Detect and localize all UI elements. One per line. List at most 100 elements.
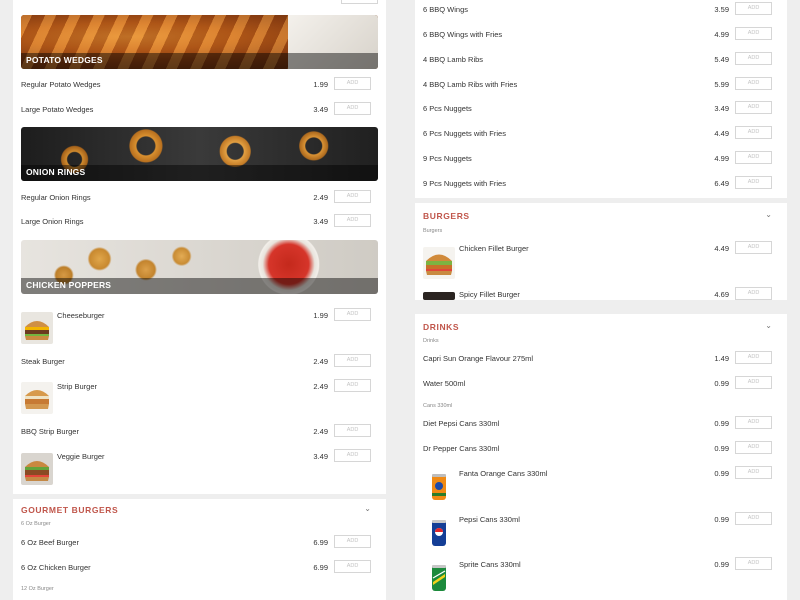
add-button[interactable]: ADD <box>735 466 772 479</box>
list-item[interactable]: Fanta Orange Cans 330ml 0.99 ADD <box>415 466 787 506</box>
chevron-down-icon[interactable]: ⌄ <box>765 210 772 219</box>
add-button[interactable]: ADD <box>334 560 371 573</box>
add-button[interactable]: ADD <box>735 441 772 454</box>
add-button[interactable] <box>341 0 378 4</box>
item-name: 6 Pcs Nuggets <box>423 104 472 113</box>
item-name: 6 Oz Beef Burger <box>21 538 79 547</box>
item-price: 3.49 <box>714 104 729 113</box>
add-button[interactable]: ADD <box>334 190 371 203</box>
item-name: 4 BBQ Lamb Ribs <box>423 55 484 64</box>
add-button[interactable]: ADD <box>735 52 772 65</box>
list-item[interactable]: Dr Pepper Cans 330ml 0.99 ADD <box>415 441 787 461</box>
chicken-poppers-banner: CHICKEN POPPERS <box>21 240 378 294</box>
item-name: Regular Potato Wedges <box>21 80 101 89</box>
add-button[interactable]: ADD <box>735 126 772 139</box>
item-name: Water 500ml <box>423 379 466 388</box>
list-item[interactable]: Spicy Fillet Burger 4.69 ADD <box>415 287 787 300</box>
list-item[interactable]: Capri Sun Orange Flavour 275ml 1.49 ADD <box>415 351 787 371</box>
list-item[interactable]: 4 BBQ Lamb Ribs 5.49 ADD <box>415 52 787 72</box>
panel-drinks: DRINKS ⌄ Drinks Capri Sun Orange Flavour… <box>400 300 800 600</box>
sides-card: POTATO WEDGES Regular Potato Wedges 1.99… <box>13 0 386 300</box>
veggie-burger-icon <box>21 453 53 485</box>
item-name: 6 Pcs Nuggets with Fries <box>423 129 506 138</box>
add-button[interactable]: ADD <box>334 308 371 321</box>
add-button[interactable]: ADD <box>334 214 371 227</box>
list-item[interactable]: 6 Pcs Nuggets 3.49 ADD <box>415 101 787 121</box>
item-name: Dr Pepper Cans 330ml <box>423 444 500 453</box>
list-item[interactable]: 6 Oz Chicken Burger 6.99 ADD <box>13 560 386 580</box>
item-name: Veggie Burger <box>57 452 105 461</box>
section-subtitle: Burgers <box>423 228 443 234</box>
sprite-can-icon <box>423 562 455 594</box>
add-button[interactable]: ADD <box>735 77 772 90</box>
cheeseburger-icon <box>21 312 53 344</box>
list-item[interactable]: Veggie Burger 3.49 ADD <box>13 449 386 485</box>
add-button[interactable]: ADD <box>735 416 772 429</box>
item-price: 6.99 <box>313 538 328 547</box>
list-item[interactable]: Water 500ml 0.99 ADD <box>415 376 787 396</box>
add-button[interactable]: ADD <box>735 287 772 300</box>
add-button[interactable]: ADD <box>735 101 772 114</box>
add-button[interactable]: ADD <box>735 557 772 570</box>
add-button[interactable]: ADD <box>735 27 772 40</box>
add-button[interactable]: ADD <box>334 424 371 437</box>
item-name: 6 Oz Chicken Burger <box>21 563 91 572</box>
item-price: 4.49 <box>714 129 729 138</box>
panel-burgers-gourmet: Cheeseburger 1.99 ADD Steak Burger 2.49 … <box>0 300 400 600</box>
list-item[interactable]: Steak Burger 2.49 ADD <box>13 354 386 374</box>
item-name: 6 BBQ Wings <box>423 5 469 14</box>
list-item[interactable]: Strip Burger 2.49 ADD <box>13 379 386 415</box>
list-item[interactable]: 9 Pcs Nuggets with Fries 6.49 ADD <box>415 176 787 196</box>
section-title: BURGERS <box>423 211 470 221</box>
item-price: 2.49 <box>313 382 328 391</box>
burgers-card: BURGERS ⌄ Burgers Chicken Fillet Burger … <box>415 203 787 300</box>
item-name: Diet Pepsi Cans 330ml <box>423 419 500 428</box>
list-item[interactable]: 6 BBQ Wings with Fries 4.99 ADD <box>415 27 787 47</box>
list-item[interactable]: Large Onion Rings 3.49 ADD <box>13 214 386 234</box>
list-item[interactable]: Large Potato Wedges 3.49 ADD <box>13 102 386 122</box>
list-item[interactable]: 6 BBQ Wings 3.59 ADD <box>415 2 787 22</box>
onion-rings-banner: ONION RINGS <box>21 127 378 181</box>
item-name: Steak Burger <box>21 357 65 366</box>
list-item[interactable]: 6 Pcs Nuggets with Fries 4.49 ADD <box>415 126 787 146</box>
add-button[interactable]: ADD <box>334 102 371 115</box>
item-price: 4.49 <box>714 244 729 253</box>
list-item[interactable]: Cheeseburger 1.99 ADD <box>13 308 386 344</box>
list-item[interactable]: Regular Potato Wedges 1.99 ADD <box>13 77 386 97</box>
add-button[interactable]: ADD <box>735 351 772 364</box>
item-name: 4 BBQ Lamb Ribs with Fries <box>423 80 518 89</box>
add-button[interactable]: ADD <box>735 512 772 525</box>
chevron-down-icon[interactable]: ⌄ <box>364 504 371 513</box>
list-item[interactable]: Regular Onion Rings 2.49 ADD <box>13 190 386 210</box>
item-price: 0.99 <box>714 379 729 388</box>
add-button[interactable]: ADD <box>334 449 371 462</box>
list-item[interactable]: BBQ Strip Burger 2.49 ADD <box>13 424 386 444</box>
list-item[interactable]: Sprite Cans 330ml 0.99 ADD <box>415 557 787 597</box>
list-item[interactable]: 4 BBQ Lamb Ribs with Fries 5.99 ADD <box>415 77 787 97</box>
section-title: GOURMET BURGERS <box>21 505 119 515</box>
item-price: 1.99 <box>313 311 328 320</box>
list-item[interactable]: Pepsi Cans 330ml 0.99 ADD <box>415 512 787 552</box>
add-button[interactable]: ADD <box>735 2 772 15</box>
burger-icon <box>423 247 455 279</box>
list-item[interactable]: Chicken Fillet Burger 4.49 ADD <box>415 241 787 281</box>
item-price: 0.99 <box>714 444 729 453</box>
add-button[interactable]: ADD <box>334 535 371 548</box>
item-name: 9 Pcs Nuggets <box>423 154 472 163</box>
add-button[interactable]: ADD <box>334 379 371 392</box>
potato-wedges-banner: POTATO WEDGES <box>21 15 378 69</box>
list-item[interactable]: Diet Pepsi Cans 330ml 0.99 ADD <box>415 416 787 436</box>
add-button[interactable]: ADD <box>735 241 772 254</box>
add-button[interactable]: ADD <box>334 77 371 90</box>
add-button[interactable]: ADD <box>735 151 772 164</box>
add-button[interactable]: ADD <box>735 376 772 389</box>
add-button[interactable]: ADD <box>735 176 772 189</box>
list-item[interactable]: 9 Pcs Nuggets 4.99 ADD <box>415 151 787 171</box>
list-item[interactable]: 6 Oz Beef Burger 6.99 ADD <box>13 535 386 555</box>
section-subtitle: Cans 330ml <box>423 403 453 409</box>
onion-rings-title: ONION RINGS <box>26 167 86 177</box>
item-name: Large Potato Wedges <box>21 105 94 114</box>
chevron-down-icon[interactable]: ⌄ <box>765 321 772 330</box>
fanta-can-icon <box>423 471 455 503</box>
add-button[interactable]: ADD <box>334 354 371 367</box>
